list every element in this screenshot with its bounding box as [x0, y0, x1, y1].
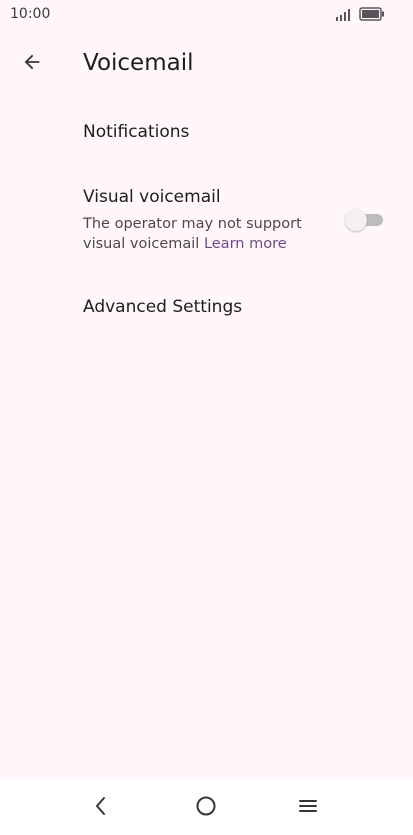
app-bar: Voicemail — [0, 40, 413, 88]
toggle-thumb — [345, 209, 367, 231]
visual-voicemail-title: Visual voicemail — [83, 187, 221, 207]
visual-voicemail-summary: The operator may not support visual voic… — [83, 214, 318, 254]
nav-menu-button[interactable] — [293, 793, 323, 823]
navigation-bar — [0, 779, 413, 835]
advanced-settings-setting[interactable]: Advanced Settings — [0, 284, 413, 334]
visual-voicemail-toggle[interactable] — [345, 209, 383, 231]
nav-menu-icon — [298, 798, 318, 818]
signal-icon — [335, 6, 351, 25]
nav-back-button[interactable] — [86, 793, 116, 823]
screen: 10:00 Voicemail Notifications Visual voi… — [0, 0, 413, 835]
battery-icon — [359, 6, 385, 25]
advanced-settings-title: Advanced Settings — [83, 297, 243, 317]
nav-back-icon — [92, 796, 110, 820]
status-bar: 10:00 — [0, 0, 413, 30]
status-icons — [335, 6, 385, 25]
nav-home-icon — [195, 795, 217, 821]
page-title: Voicemail — [83, 50, 194, 76]
arrow-back-icon — [21, 51, 43, 77]
back-button[interactable] — [14, 46, 50, 82]
nav-home-button[interactable] — [191, 793, 221, 823]
status-time: 10:00 — [10, 6, 51, 22]
learn-more-link[interactable]: Learn more — [204, 236, 287, 252]
